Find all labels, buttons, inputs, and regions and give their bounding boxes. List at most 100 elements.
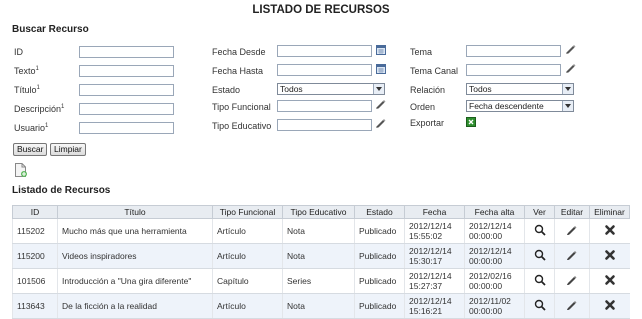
table-row: 101506 Introducción a "Una gira diferente… xyxy=(12,268,630,294)
tema-input[interactable] xyxy=(466,45,561,57)
label-titulo: Título1 xyxy=(14,85,40,95)
cell-estado: Publicado xyxy=(354,243,405,269)
col-titulo[interactable]: Título xyxy=(57,205,213,219)
cell-tipo-funcional: Capítulo xyxy=(212,268,283,294)
cell-editar xyxy=(554,293,590,319)
buscar-button[interactable]: Buscar xyxy=(13,143,48,156)
limpiar-button[interactable]: Limpiar xyxy=(50,143,86,156)
col-tipo-funcional[interactable]: Tipo Funcional xyxy=(212,205,283,219)
col-eliminar: Eliminar xyxy=(589,205,630,219)
cell-eliminar xyxy=(589,218,630,244)
col-id[interactable]: ID xyxy=(12,205,58,219)
cell-fecha: 2012/12/14 15:16:21 xyxy=(404,293,465,319)
cell-id: 113643 xyxy=(12,293,58,319)
tipo-educativo-input[interactable] xyxy=(277,119,372,131)
label-relacion: Relación xyxy=(410,85,446,95)
pencil-icon[interactable] xyxy=(565,43,576,54)
texto-input[interactable] xyxy=(79,65,174,77)
orden-select[interactable]: Fecha descendente xyxy=(466,100,574,112)
pencil-icon[interactable] xyxy=(566,299,578,313)
cell-tipo-funcional: Artículo xyxy=(212,293,283,319)
label-texto: Texto1 xyxy=(14,66,39,76)
table-row: 115202 Mucho más que una herramienta Artíc… xyxy=(12,218,630,244)
label-descripcion: Descripción1 xyxy=(14,104,65,114)
delete-x-icon[interactable] xyxy=(604,224,616,238)
cell-ver xyxy=(524,268,555,294)
cell-eliminar xyxy=(589,243,630,269)
pencil-icon[interactable] xyxy=(565,62,576,73)
table-row: 115200 Videos inspiradores Artículo Nota Pub… xyxy=(12,243,630,269)
cell-ver xyxy=(524,243,555,269)
col-editar: Editar xyxy=(554,205,590,219)
delete-x-icon[interactable] xyxy=(604,274,616,288)
cell-tipo-funcional: Artículo xyxy=(212,243,283,269)
new-document-icon[interactable] xyxy=(14,163,27,177)
cell-fecha-alta: 2012/12/14 00:00:00 xyxy=(464,243,525,269)
pencil-icon[interactable] xyxy=(566,224,578,238)
fecha-desde-input[interactable] xyxy=(277,45,372,57)
label-tema-canal: Tema Canal xyxy=(410,66,459,76)
resources-table: ID Título Tipo Funcional Tipo Educativo … xyxy=(12,205,630,319)
usuario-input[interactable] xyxy=(79,122,174,134)
cell-tipo-educativo: Nota xyxy=(282,218,355,244)
cell-fecha: 2012/12/14 15:30:17 xyxy=(404,243,465,269)
cell-estado: Publicado xyxy=(354,268,405,294)
tipo-funcional-input[interactable] xyxy=(277,100,372,112)
cell-estado: Publicado xyxy=(354,218,405,244)
relacion-select[interactable]: Todos xyxy=(466,83,574,95)
calendar-icon[interactable] xyxy=(376,64,386,74)
cell-fecha-alta: 2012/11/02 00:00:00 xyxy=(464,293,525,319)
cell-editar xyxy=(554,268,590,294)
estado-select[interactable]: Todos xyxy=(277,83,385,95)
table-row: 113643 De la ficción a la realidad Artícul… xyxy=(12,293,630,319)
cell-titulo: Videos inspiradores xyxy=(57,243,213,269)
id-input[interactable] xyxy=(79,46,174,58)
cell-tipo-educativo: Series xyxy=(282,268,355,294)
cell-id: 115200 xyxy=(12,243,58,269)
calendar-icon[interactable] xyxy=(376,45,386,55)
cell-tipo-funcional: Artículo xyxy=(212,218,283,244)
col-tipo-educativo[interactable]: Tipo Educativo xyxy=(282,205,355,219)
pencil-icon[interactable] xyxy=(566,249,578,263)
label-tipo-educativo: Tipo Educativo xyxy=(212,121,272,131)
col-fecha-alta[interactable]: Fecha alta xyxy=(464,205,525,219)
pencil-icon[interactable] xyxy=(375,117,386,128)
delete-x-icon[interactable] xyxy=(604,299,616,313)
col-ver: Ver xyxy=(524,205,555,219)
cell-fecha: 2012/12/14 15:27:37 xyxy=(404,268,465,294)
pencil-icon[interactable] xyxy=(375,98,386,109)
search-heading: Buscar Recurso xyxy=(12,24,89,35)
label-tipo-funcional: Tipo Funcional xyxy=(212,102,271,112)
cell-eliminar xyxy=(589,268,630,294)
label-tema: Tema xyxy=(410,47,433,57)
magnifier-icon[interactable] xyxy=(534,274,546,288)
label-fecha-desde: Fecha Desde xyxy=(212,47,266,57)
cell-tipo-educativo: Nota xyxy=(282,243,355,269)
label-orden: Orden xyxy=(410,102,436,112)
descripcion-input[interactable] xyxy=(79,103,174,115)
cell-titulo: Introducción a "Una gira diferente" xyxy=(57,268,213,294)
col-fecha[interactable]: Fecha xyxy=(404,205,465,219)
page-title: LISTADO DE RECURSOS xyxy=(252,4,390,16)
magnifier-icon[interactable] xyxy=(534,299,546,313)
cell-editar xyxy=(554,243,590,269)
fecha-hasta-input[interactable] xyxy=(277,64,372,76)
delete-x-icon[interactable] xyxy=(604,249,616,263)
label-estado: Estado xyxy=(212,85,241,95)
table-header: ID Título Tipo Funcional Tipo Educativo … xyxy=(12,205,630,219)
pencil-icon[interactable] xyxy=(566,274,578,288)
label-fecha-hasta: Fecha Hasta xyxy=(212,66,264,76)
col-estado[interactable]: Estado xyxy=(354,205,405,219)
magnifier-icon[interactable] xyxy=(534,224,546,238)
cell-fecha: 2012/12/14 15:55:02 xyxy=(404,218,465,244)
cell-ver xyxy=(524,293,555,319)
cell-editar xyxy=(554,218,590,244)
list-heading: Listado de Recursos xyxy=(12,185,111,196)
cell-id: 115202 xyxy=(12,218,58,244)
tema-canal-input[interactable] xyxy=(466,64,561,76)
titulo-input[interactable] xyxy=(79,84,174,96)
cell-eliminar xyxy=(589,293,630,319)
label-id: ID xyxy=(14,47,23,57)
magnifier-icon[interactable] xyxy=(534,249,546,263)
excel-export-icon[interactable] xyxy=(466,117,476,127)
